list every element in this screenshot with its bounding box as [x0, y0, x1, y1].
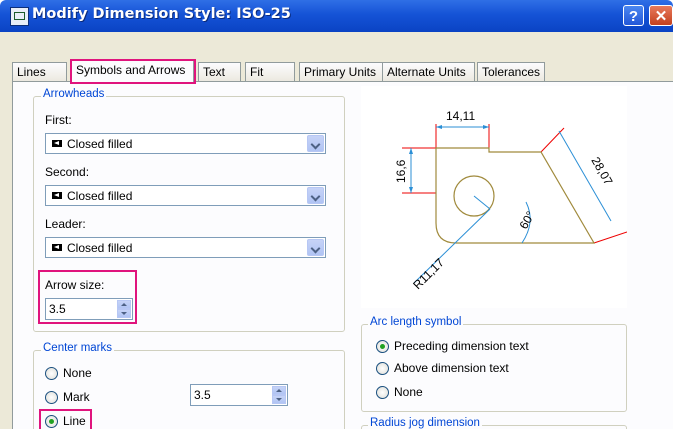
tab-lines[interactable]: Lines: [12, 62, 67, 81]
dim-top-text: 14,11: [446, 109, 475, 123]
preview-drawing: 14,11 16,6 60° 28,07 R11,17: [394, 109, 628, 292]
close-button[interactable]: ✕: [649, 5, 673, 26]
tab-primary-units[interactable]: Primary Units: [299, 62, 384, 81]
spin-up-icon[interactable]: [117, 300, 131, 309]
title-bar[interactable]: Modify Dimension Style: ISO-25 ? ✕: [0, 0, 673, 32]
arc-preceding-label: Preceding dimension text: [394, 339, 529, 353]
radius-jog-legend: Radius jog dimension: [368, 417, 482, 429]
arrowhead: [483, 125, 489, 129]
center-marks-legend: Center marks: [41, 342, 115, 354]
radius-line: [473, 195, 491, 210]
chevron-down-icon[interactable]: [307, 239, 324, 256]
spin-down-icon[interactable]: [272, 395, 286, 404]
arrowhead: [436, 125, 442, 129]
arc-none-radio[interactable]: [376, 386, 389, 399]
leader-arrowhead-value: Closed filled: [67, 241, 133, 255]
leader-arrowhead-select[interactable]: Closed filled: [45, 237, 326, 258]
dim-radius-text: R11,17: [410, 255, 447, 292]
arc-above-label: Above dimension text: [394, 361, 509, 375]
second-label: Second:: [45, 165, 90, 179]
arrowhead: [409, 187, 413, 193]
arrowheads-group: [33, 96, 345, 332]
closed-filled-arrow-icon: [52, 140, 62, 147]
dim-slant-text: 28,07: [588, 155, 615, 188]
tab-fit[interactable]: Fit: [245, 62, 295, 81]
spin-up-icon[interactable]: [272, 386, 286, 395]
center-mark-line-radio[interactable]: [45, 415, 58, 428]
dimension-style-app-icon: [10, 7, 29, 26]
arrowhead: [409, 148, 413, 154]
chevron-down-icon[interactable]: [307, 135, 324, 152]
closed-filled-arrow-icon: [52, 192, 62, 199]
spinner-buttons: [272, 386, 286, 404]
dim-left-text: 16,6: [394, 159, 408, 183]
center-mark-none-label: None: [63, 366, 92, 380]
center-mark-line-label: Line: [63, 414, 86, 428]
arc-length-legend: Arc length symbol: [368, 316, 464, 328]
window-title: Modify Dimension Style: ISO-25: [32, 6, 291, 22]
dimension-preview: 14,11 16,6 60° 28,07 R11,17: [361, 86, 628, 308]
arc-above-radio[interactable]: [376, 362, 389, 375]
arrow-size-value: 3.5: [49, 302, 66, 316]
chevron-down-icon[interactable]: [307, 187, 324, 204]
help-button[interactable]: ?: [623, 5, 644, 26]
arrowheads-legend: Arrowheads: [41, 88, 107, 100]
arrow-size-spinner[interactable]: 3.5: [45, 298, 133, 320]
spinner-buttons: [117, 300, 131, 318]
second-arrowhead-value: Closed filled: [67, 189, 133, 203]
tab-text[interactable]: Text: [198, 62, 241, 81]
dialog-window: Modify Dimension Style: ISO-25 ? ✕ Lines…: [0, 0, 673, 429]
arrow-size-label: Arrow size:: [45, 278, 105, 292]
dim-angle-text: 60°: [516, 209, 537, 232]
extension-line: [593, 231, 628, 244]
part-outline: [435, 147, 596, 244]
tab-tolerances[interactable]: Tolerances: [477, 62, 545, 81]
center-mark-size-spinner[interactable]: 3.5: [190, 384, 288, 406]
center-mark-mark-radio[interactable]: [45, 391, 58, 404]
closed-filled-arrow-icon: [52, 244, 62, 251]
spin-down-icon[interactable]: [117, 309, 131, 318]
center-mark-mark-label: Mark: [63, 390, 90, 404]
leader-label: Leader:: [45, 217, 86, 231]
arc-preceding-radio[interactable]: [376, 340, 389, 353]
arc-none-label: None: [394, 385, 423, 399]
first-label: First:: [45, 113, 72, 127]
first-arrowhead-value: Closed filled: [67, 137, 133, 151]
tab-alternate-units[interactable]: Alternate Units: [382, 62, 475, 81]
extension-line: [540, 127, 565, 153]
tab-symbols-and-arrows[interactable]: Symbols and Arrows: [71, 60, 194, 83]
center-mark-none-radio[interactable]: [45, 367, 58, 380]
center-mark-size-value: 3.5: [194, 388, 211, 402]
second-arrowhead-select[interactable]: Closed filled: [45, 185, 326, 206]
first-arrowhead-select[interactable]: Closed filled: [45, 133, 326, 154]
